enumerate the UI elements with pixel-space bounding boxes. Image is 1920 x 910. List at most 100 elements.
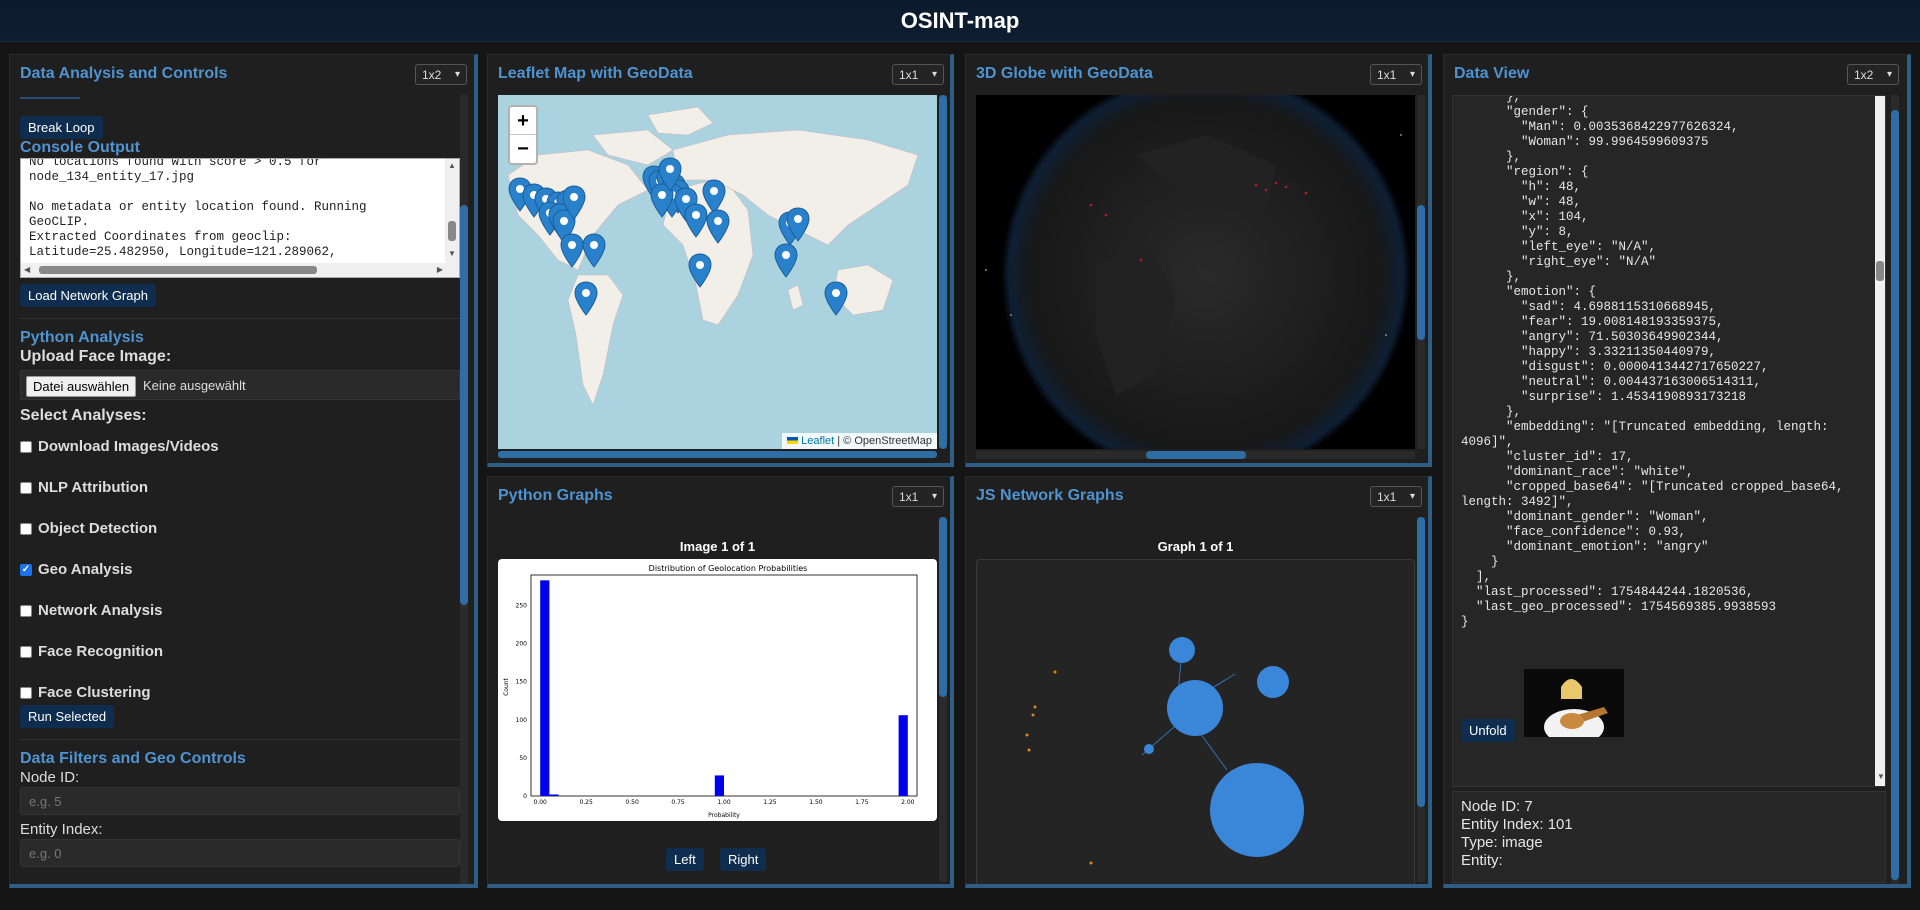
node-id-input[interactable]: e.g. 5 [20, 787, 460, 815]
checkbox[interactable] [20, 686, 32, 699]
console-hscroll[interactable]: ◀ ▶ [21, 263, 459, 277]
divider [20, 318, 460, 319]
leaflet-link[interactable]: Leaflet [801, 435, 834, 447]
console-line: No locations found with score > 0.5 for [29, 158, 322, 169]
leaflet-scrollbar[interactable] [939, 95, 947, 449]
console-vscroll[interactable]: ▲ ▼ [445, 159, 459, 263]
json-line: "x": 104, [1461, 210, 1589, 224]
json-line: "angry": 71.50303649902344, [1461, 330, 1724, 344]
analysis-option[interactable]: ✓ Geo Analysis [20, 561, 132, 578]
zoom-in-button[interactable]: + [510, 107, 536, 135]
checkbox[interactable] [20, 604, 32, 617]
load-network-button[interactable]: Load Network Graph [20, 284, 156, 307]
checkbox[interactable] [20, 440, 32, 453]
data-view-scrollbar[interactable] [1891, 95, 1899, 884]
checkbox-checked[interactable]: ✓ [20, 563, 32, 576]
map-marker-icon[interactable] [786, 207, 810, 243]
json-line: }, [1461, 150, 1522, 164]
next-image-button[interactable]: Right [720, 848, 767, 871]
checkbox[interactable] [20, 481, 32, 494]
file-choose-button[interactable]: Datei auswählen [26, 376, 137, 397]
json-line: ], [1461, 570, 1492, 584]
x-axis-label: Probability [708, 812, 740, 819]
run-selected-button[interactable]: Run Selected [20, 705, 115, 728]
x-tick-label: 1.50 [809, 799, 823, 806]
globe-render [985, 95, 1411, 449]
upload-label: Upload Face Image: [20, 348, 172, 365]
json-viewer[interactable]: }, "gender": { "Man": 0.0035368422977626… [1452, 95, 1886, 787]
analysis-option[interactable]: Face Clustering [20, 684, 151, 701]
checkbox[interactable] [20, 645, 32, 658]
map-marker-icon[interactable] [706, 209, 730, 245]
map-marker-icon[interactable] [582, 233, 606, 269]
map-marker-icon[interactable] [684, 203, 708, 239]
controls-scrollbar[interactable] [460, 95, 468, 884]
y-tick-label: 200 [516, 641, 528, 648]
map-marker-icon[interactable] [824, 281, 848, 317]
leaflet-map[interactable]: + − Leaflet | © OpenStreetMap [498, 95, 937, 449]
js-network-scrollbar[interactable] [1417, 517, 1425, 882]
json-line: "embedding": "[Truncated embedding, leng… [1461, 420, 1829, 434]
analysis-option[interactable]: Download Images/Videos [20, 438, 219, 455]
unfold-button[interactable]: Unfold [1461, 719, 1515, 742]
y-tick-label: 100 [516, 717, 528, 724]
json-vscroll[interactable]: ▼ [1875, 96, 1885, 786]
network-canvas[interactable] [976, 559, 1415, 884]
json-line: 4096]", [1461, 435, 1514, 449]
map-marker-icon[interactable] [574, 281, 598, 317]
globe-panel: 3D Globe with GeoData 1x1 ▾ [965, 54, 1432, 467]
histogram-bar [549, 794, 559, 796]
node-id: Node ID: 7 [1461, 798, 1533, 815]
json-line: }, [1461, 95, 1522, 104]
graph-counter: Graph 1 of 1 [1157, 539, 1234, 554]
json-line: "face_confidence": 0.93, [1461, 525, 1687, 539]
checkbox[interactable] [20, 522, 32, 535]
performer-image [1524, 669, 1624, 737]
prev-image-button[interactable]: Left [666, 848, 704, 871]
controls-layout-select[interactable]: 1x2 ▾ [415, 64, 467, 85]
divider [20, 739, 460, 740]
zoom-out-button[interactable]: − [510, 135, 536, 163]
node-id-label: Node ID: [20, 769, 80, 786]
map-marker-icon[interactable] [658, 157, 682, 193]
app-header: OSINT-map [0, 0, 1920, 42]
json-line: "w": 48, [1461, 195, 1582, 209]
map-marker-icon[interactable] [688, 253, 712, 289]
analysis-option[interactable]: NLP Attribution [20, 479, 148, 496]
globe-scrollbar[interactable] [1417, 95, 1425, 449]
globe-layout-select[interactable]: 1x1 ▾ [1370, 64, 1422, 85]
divider [20, 97, 80, 99]
leaflet-title: Leaflet Map with GeoData [498, 65, 693, 82]
json-line: "neutral": 0.004437163006514311, [1461, 375, 1762, 389]
json-line: "h": 48, [1461, 180, 1582, 194]
analysis-option[interactable]: Object Detection [20, 520, 157, 537]
map-marker-icon[interactable] [562, 185, 586, 221]
analysis-option[interactable]: Face Recognition [20, 643, 163, 660]
json-line: } [1461, 555, 1499, 569]
analysis-option[interactable]: Network Analysis [20, 602, 163, 619]
entity-index-input[interactable]: e.g. 0 [20, 839, 460, 867]
leaflet-panel: Leaflet Map with GeoData 1x1 ▾ + − Leafle… [487, 54, 954, 467]
globe-canvas[interactable] [976, 95, 1415, 449]
data-view-panel: Data View 1x2 ▾ }, "gender": { "Man": 0.0… [1443, 54, 1911, 888]
histogram-bar [540, 580, 550, 796]
osm-credit: | © OpenStreetMap [837, 435, 932, 447]
break-loop-button[interactable]: Break Loop [20, 116, 103, 139]
x-tick-label: 0.50 [625, 799, 639, 806]
js-network-layout-select[interactable]: 1x1 ▾ [1370, 486, 1422, 507]
console-line: node_134_entity_17.jpg [29, 170, 195, 184]
map-marker-icon[interactable] [774, 243, 798, 279]
leaflet-layout-select[interactable]: 1x1 ▾ [892, 64, 944, 85]
json-line: }, [1461, 270, 1522, 284]
map-marker-icon[interactable] [560, 233, 584, 269]
python-graphs-layout-select[interactable]: 1x1 ▾ [892, 486, 944, 507]
leaflet-hscroll[interactable] [498, 451, 937, 458]
data-view-layout-select[interactable]: 1x2 ▾ [1847, 64, 1899, 85]
chevron-down-icon: ▾ [1886, 69, 1892, 80]
globe-hscroll[interactable] [976, 451, 1415, 459]
python-analysis-title: Python Analysis [20, 329, 144, 346]
python-graphs-scrollbar[interactable] [939, 517, 947, 882]
x-tick-label: 2.00 [901, 799, 915, 806]
json-line: }, [1461, 405, 1522, 419]
console-output[interactable]: No locations found with score > 0.5 for n… [20, 158, 460, 278]
